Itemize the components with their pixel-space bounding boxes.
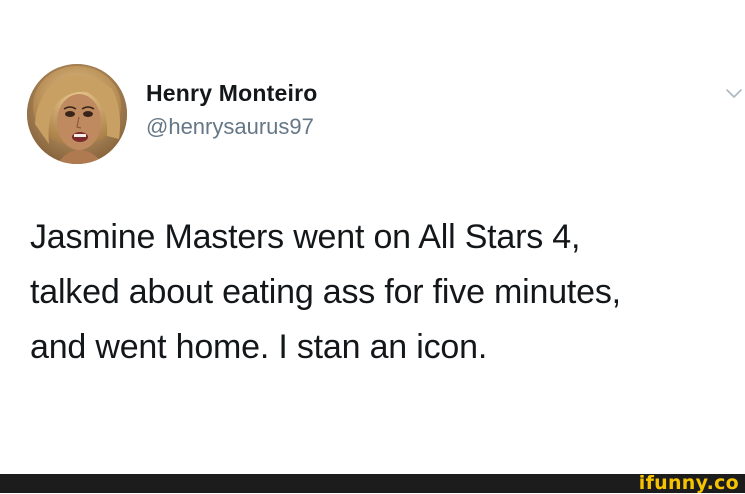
chevron-down-icon[interactable]	[725, 88, 743, 100]
tweet-text: Jasmine Masters went on All Stars 4, tal…	[30, 210, 735, 375]
tweet-text-line: talked about eating ass for five minutes…	[30, 273, 621, 311]
profile-photo-icon	[27, 64, 127, 164]
tweet-card: Henry Monteiro @henrysaurus97 Jasmine Ma…	[0, 0, 745, 474]
tweet-text-line: Jasmine Masters went on All Stars 4,	[30, 218, 581, 256]
ifunny-watermark: ifunny.co	[638, 472, 739, 494]
user-handle[interactable]: @henrysaurus97	[146, 114, 314, 140]
avatar[interactable]	[27, 64, 127, 164]
display-name[interactable]: Henry Monteiro	[146, 80, 317, 107]
watermark-bar: ifunny.co	[0, 472, 745, 494]
tweet-text-line: and went home. I stan an icon.	[30, 328, 488, 366]
